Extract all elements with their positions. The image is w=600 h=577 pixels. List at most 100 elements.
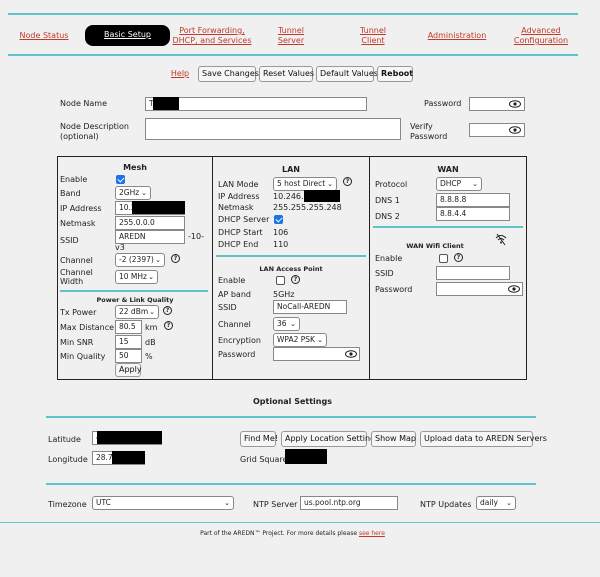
lan-divider [216, 255, 366, 257]
ap-channel-label: Channel [218, 320, 251, 329]
dns2-label: DNS 2 [375, 212, 400, 221]
ntp-server-input[interactable]: us.pool.ntp.org [300, 496, 398, 510]
password-label: Password [424, 99, 462, 108]
mesh-enable-checkbox[interactable] [116, 175, 125, 184]
verify-password-label: Verify Password [410, 122, 448, 141]
save-changes-button[interactable]: Save Changes [198, 66, 259, 82]
min-snr-input[interactable]: 15 [115, 335, 142, 349]
ntp-updates-select[interactable]: daily ⌄ [476, 496, 516, 510]
ap-band-value: 5GHz [273, 290, 295, 299]
ap-enable-checkbox[interactable] [276, 276, 285, 285]
mesh-ssid-input[interactable]: AREDN [115, 230, 185, 244]
wan-wifi-enable-label: Enable [375, 254, 403, 263]
power-link-quality-title: Power & Link Quality [96, 296, 174, 304]
mesh-netmask-label: Netmask [60, 219, 96, 228]
timezone-label: Timezone [48, 500, 87, 509]
nav-port-forwarding[interactable]: Port Forwarding, DHCP, and Services [166, 26, 258, 46]
footer-text: Part of the AREDN™ Project. For more det… [200, 530, 358, 537]
band-label: Band [60, 189, 81, 198]
reboot-button[interactable]: Reboot [377, 66, 413, 82]
lan-title: LAN [282, 165, 300, 174]
help-icon[interactable]: ? [454, 253, 463, 262]
nav-advanced-configuration[interactable]: Advanced Configuration [510, 26, 572, 46]
longitude-label: Longitude [48, 455, 88, 464]
node-name-label: Node Name [60, 99, 108, 108]
mesh-enable-label: Enable [60, 175, 88, 184]
wan-divider [373, 226, 523, 228]
wan-wifi-ssid-label: SSID [375, 269, 394, 278]
redacted-latitude [97, 431, 162, 444]
channel-width-label: Channel Width [60, 268, 93, 286]
node-description-input[interactable] [145, 118, 401, 140]
timezone-select[interactable]: UTC ⌄ [92, 496, 234, 510]
nav-basic-setup[interactable]: Basic Setup [85, 25, 170, 46]
redacted-longitude [112, 451, 145, 464]
show-map-button[interactable]: Show Map [371, 431, 416, 447]
dns2-input[interactable]: 8.8.4.4 [436, 207, 510, 221]
help-icon[interactable]: ? [291, 275, 300, 284]
ntp-updates-label: NTP Updates [420, 500, 472, 509]
eye-icon[interactable] [509, 126, 521, 134]
max-distance-label: Max Distance [60, 323, 115, 332]
ap-channel-select[interactable]: 36 ⌄ [273, 317, 300, 331]
ntp-server-label: NTP Server [253, 500, 298, 509]
lan-ip-label: IP Address [218, 192, 260, 201]
default-values-button[interactable]: Default Values [316, 66, 378, 82]
help-icon[interactable]: ? [343, 177, 352, 186]
eye-icon[interactable] [345, 350, 357, 358]
tx-power-select[interactable]: 22 dBm ⌄ [115, 305, 159, 319]
help-icon[interactable]: ? [164, 321, 173, 330]
mesh-netmask-input[interactable]: 255.0.0.0 [115, 216, 185, 230]
min-quality-input[interactable]: 50 [115, 349, 142, 363]
redacted-node-name [153, 97, 179, 110]
lan-ip-value: 10.246. [273, 192, 304, 201]
nav-tunnel-client[interactable]: Tunnel Client [350, 26, 396, 46]
help-icon[interactable]: ? [171, 254, 180, 263]
tx-power-label: Tx Power [60, 308, 97, 317]
dns1-input[interactable]: 8.8.8.8 [436, 193, 510, 207]
help-link[interactable]: Help [170, 69, 190, 79]
nav-tunnel-server[interactable]: Tunnel Server [268, 26, 314, 46]
apply-location-button[interactable]: Apply Location Settings [281, 431, 379, 447]
wan-wifi-ssid-input[interactable] [436, 266, 510, 280]
lan-mode-select[interactable]: 5 host Direct ⌄ [273, 177, 337, 191]
top-divider [8, 13, 578, 15]
wan-wifi-password-label: Password [375, 285, 413, 294]
nav-divider [8, 54, 578, 56]
wifi-off-icon [495, 233, 507, 246]
ap-ssid-input[interactable]: NoCall-AREDN [273, 300, 347, 314]
distance-unit: km [145, 323, 158, 332]
dhcp-end-label: DHCP End [218, 240, 259, 249]
optional-settings-title: Optional Settings [253, 397, 332, 406]
ap-ssid-label: SSID [218, 303, 237, 312]
nav-node-status[interactable]: Node Status [14, 31, 74, 41]
footer-see-here-link[interactable]: see here [359, 530, 385, 537]
redacted-mesh-ip [132, 201, 185, 214]
nav-administration[interactable]: Administration [422, 31, 492, 41]
footer: Part of the AREDN™ Project. For more det… [0, 530, 585, 537]
min-snr-label: Min SNR [60, 338, 94, 347]
encryption-select[interactable]: WPA2 PSK ⌄ [273, 333, 327, 347]
dhcp-start-value: 106 [273, 228, 289, 237]
channel-width-select[interactable]: 10 MHz ⌄ [115, 270, 158, 284]
dhcp-server-checkbox[interactable] [274, 215, 283, 224]
eye-icon[interactable] [509, 100, 521, 108]
protocol-select[interactable]: DHCP ⌄ [436, 177, 482, 191]
ap-password-label: Password [218, 350, 256, 359]
quality-unit: % [145, 352, 153, 361]
find-me-button[interactable]: Find Me! [240, 431, 278, 447]
max-distance-input[interactable]: 80.5 [115, 320, 142, 334]
snr-unit: dB [145, 338, 156, 347]
mesh-ip-label: IP Address [60, 204, 102, 213]
wan-wifi-enable-checkbox[interactable] [439, 254, 448, 263]
lan-access-point-title: LAN Access Point [259, 265, 323, 273]
help-icon[interactable]: ? [163, 306, 172, 315]
wan-title: WAN [437, 165, 459, 174]
apply-button[interactable]: Apply [115, 363, 142, 377]
reset-values-button[interactable]: Reset Values [259, 66, 314, 82]
eye-icon[interactable] [508, 285, 520, 293]
channel-select[interactable]: -2 (2397) ⌄ [115, 253, 165, 267]
band-select[interactable]: 2GHz ⌄ [115, 186, 151, 200]
upload-data-button[interactable]: Upload data to AREDN Servers [420, 431, 547, 447]
redacted-grid-square [285, 449, 327, 464]
